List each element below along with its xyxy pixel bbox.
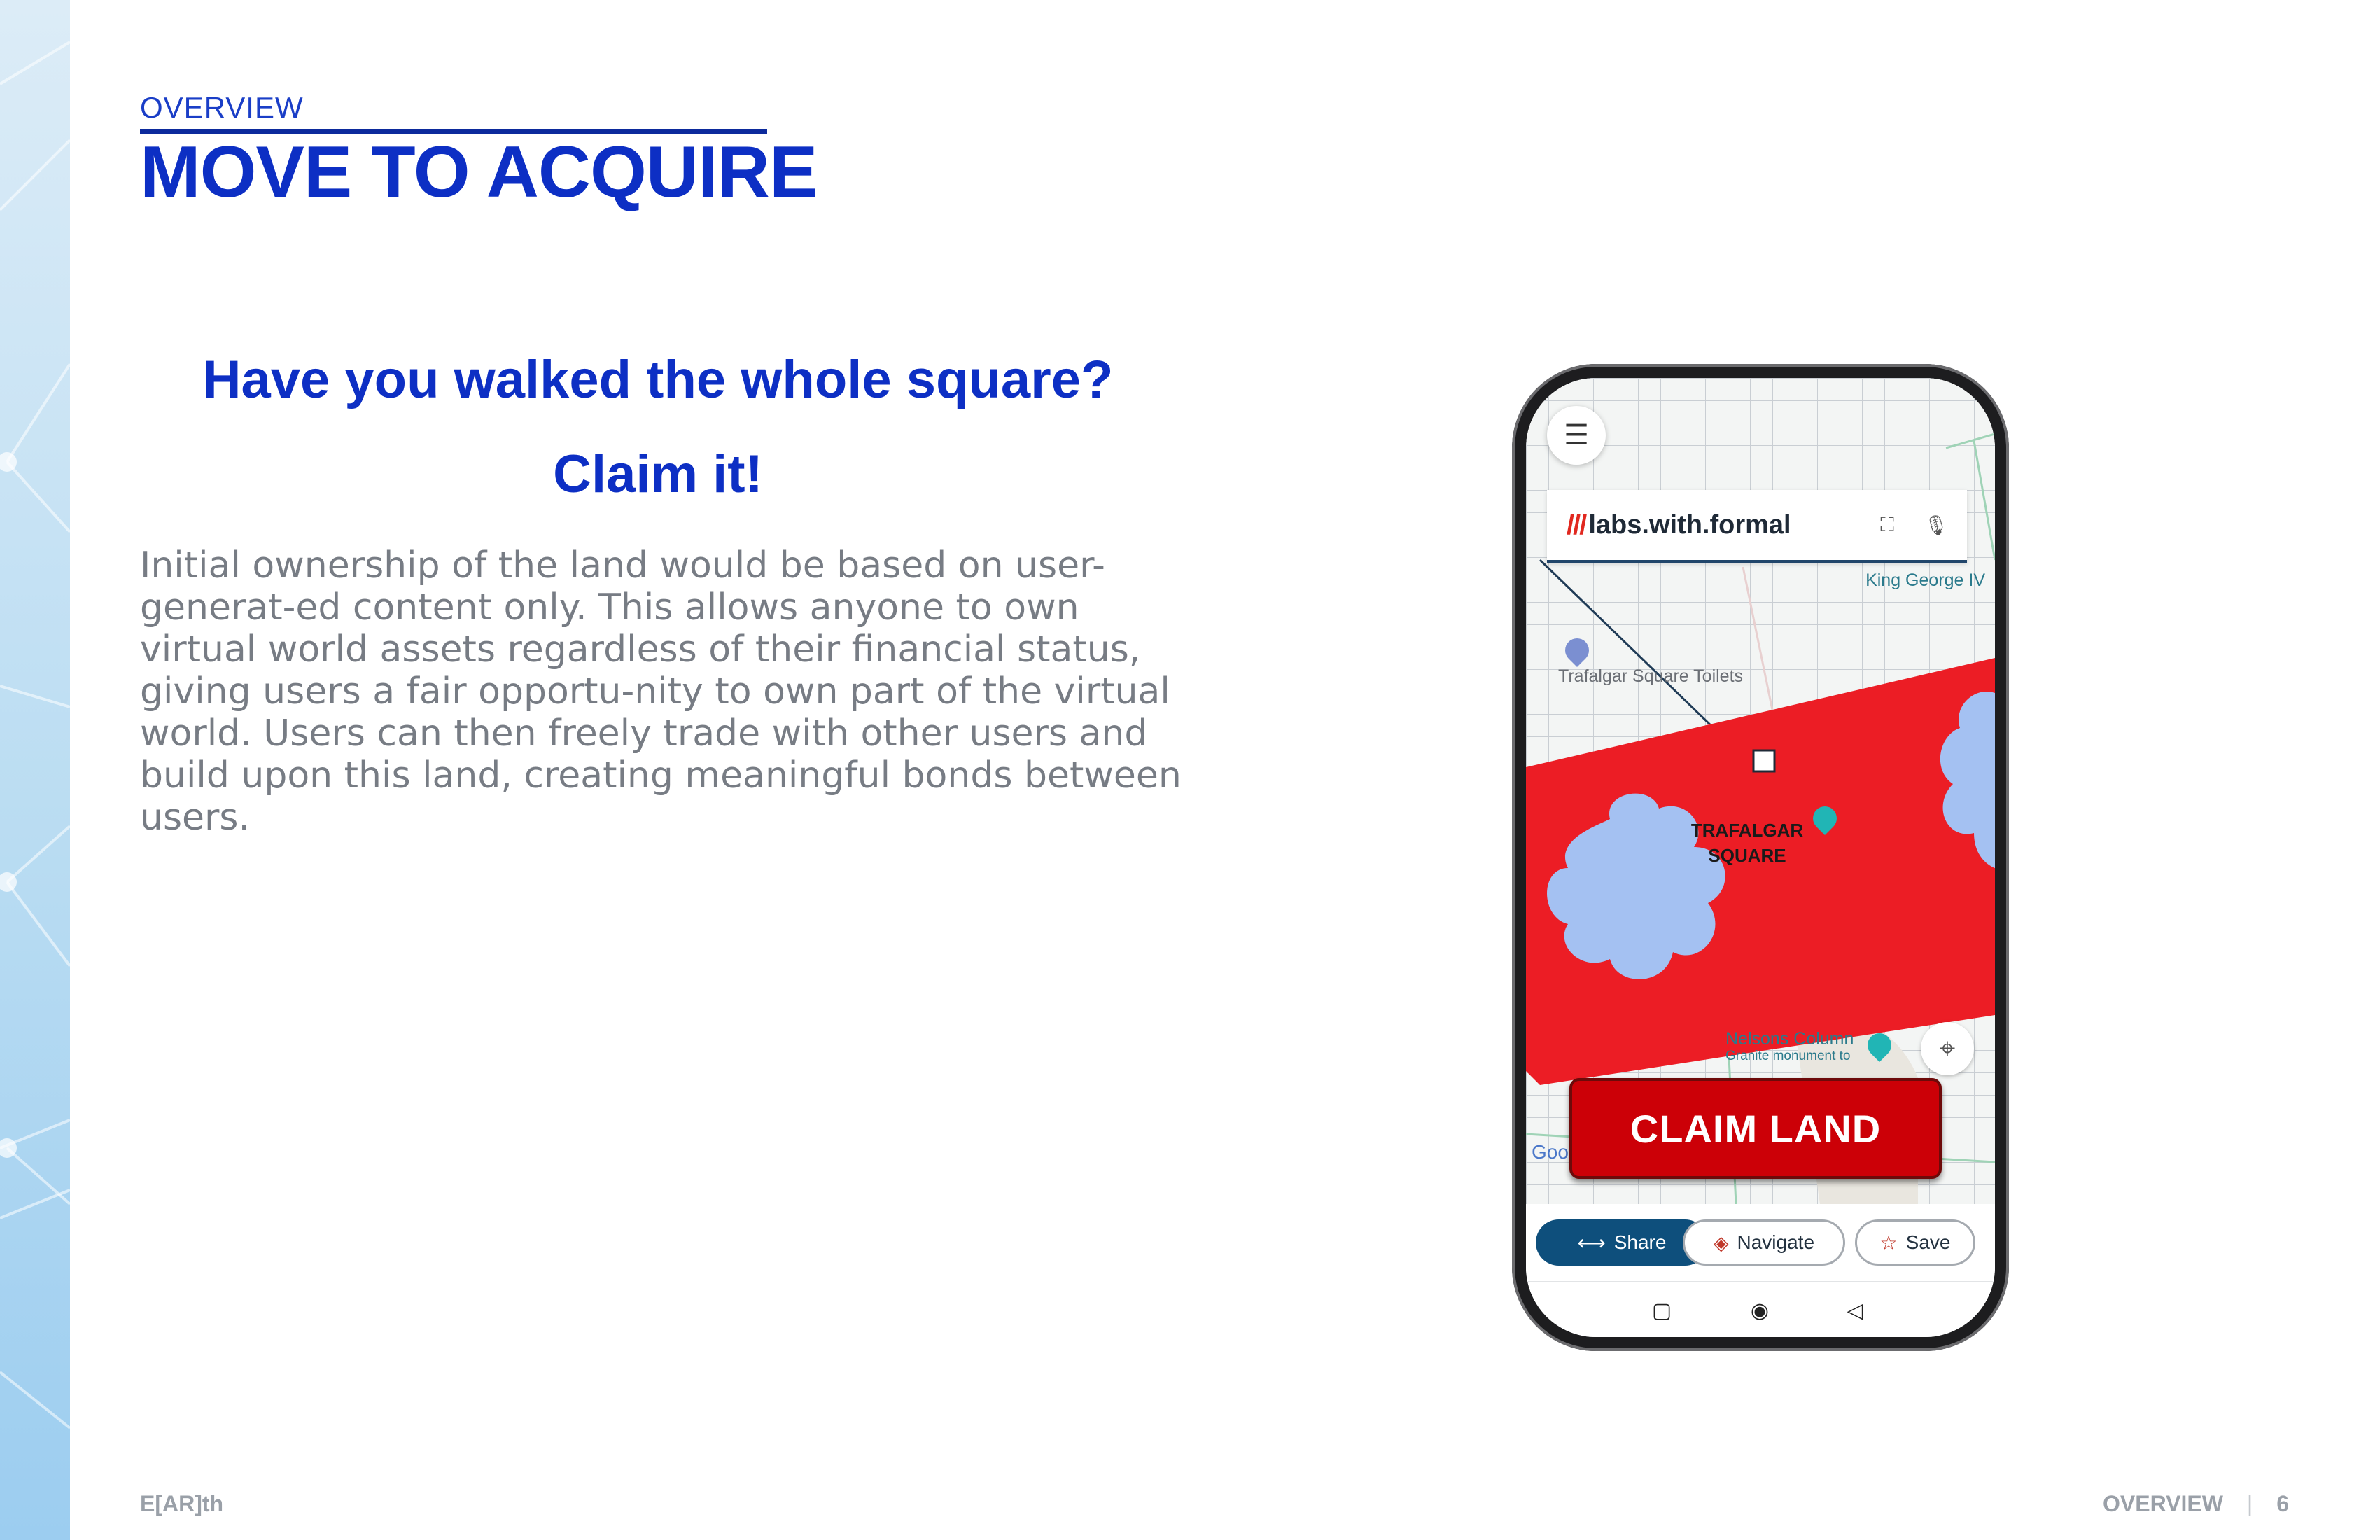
my-location-icon[interactable]: ⌖ xyxy=(1921,1022,1974,1075)
save-button[interactable]: ☆ Save xyxy=(1855,1219,1975,1266)
map-label-trafalgar-square: TRAFALGAR SQUARE xyxy=(1677,818,1817,868)
page-title: MOVE TO ACQUIRE xyxy=(140,132,818,213)
headline-claim: Claim it! xyxy=(553,444,763,504)
map-label-trafalgar-line2: SQUARE xyxy=(1708,845,1786,866)
phone-mockup: ☰ /// labs.with.formal ⛶ 🎙 King George I… xyxy=(1512,364,2009,1351)
navigate-label: Navigate xyxy=(1737,1231,1815,1253)
navigate-button[interactable]: ◈ Navigate xyxy=(1683,1219,1845,1266)
search-input[interactable]: labs.with.formal xyxy=(1588,510,1791,540)
search-prefix: /// xyxy=(1567,509,1587,540)
save-label: Save xyxy=(1905,1231,1951,1253)
footer-pagination: OVERVIEW | 6 xyxy=(2103,1491,2289,1517)
map-label-nelsons-column: Nelsons Column xyxy=(1726,1029,1854,1049)
footer-brand: E[AR]th xyxy=(140,1491,224,1516)
footer-divider: | xyxy=(2246,1491,2253,1516)
hamburger-menu-icon[interactable]: ☰ xyxy=(1547,406,1606,465)
recents-icon[interactable]: ▢ xyxy=(1649,1298,1674,1323)
section-label: OVERVIEW xyxy=(140,91,304,124)
map-label-granite-monument: Granite monument to xyxy=(1726,1049,1851,1063)
decorative-network-strip xyxy=(0,0,70,1540)
footer-section-label: OVERVIEW xyxy=(2103,1491,2223,1516)
action-bar: ⟷ Share ◈ Navigate ☆ Save xyxy=(1526,1204,1995,1281)
headline-question: Have you walked the whole square? xyxy=(202,350,1114,410)
map-label-king-george: King George IV xyxy=(1865,570,1985,590)
search-bar[interactable]: /// labs.with.formal ⛶ 🎙 xyxy=(1547,490,1967,563)
home-icon[interactable]: ◉ xyxy=(1747,1298,1772,1323)
phone-screen: ☰ /// labs.with.formal ⛶ 🎙 King George I… xyxy=(1526,378,1995,1337)
share-icon: ⟷ xyxy=(1577,1231,1606,1254)
scan-icon[interactable]: ⛶ xyxy=(1870,508,1904,542)
map-label-toilets: Trafalgar Square Toilets xyxy=(1558,666,1744,686)
back-icon[interactable]: ◁ xyxy=(1842,1298,1868,1323)
star-icon: ☆ xyxy=(1879,1231,1898,1254)
android-nav-bar: ▢ ◉ ◁ xyxy=(1526,1281,1995,1337)
share-label: Share xyxy=(1614,1231,1667,1253)
network-pattern-graphic xyxy=(0,41,70,1429)
google-logo: Goo xyxy=(1532,1141,1569,1163)
navigate-icon: ◈ xyxy=(1713,1231,1729,1254)
microphone-icon[interactable]: 🎙 xyxy=(1919,508,1953,542)
page-number: 6 xyxy=(2276,1491,2289,1516)
map-label-trafalgar-line1: TRAFALGAR xyxy=(1690,820,1804,841)
body-paragraph: Initial ownership of the land would be b… xyxy=(140,545,1182,839)
claim-land-button[interactable]: CLAIM LAND xyxy=(1569,1078,1942,1179)
